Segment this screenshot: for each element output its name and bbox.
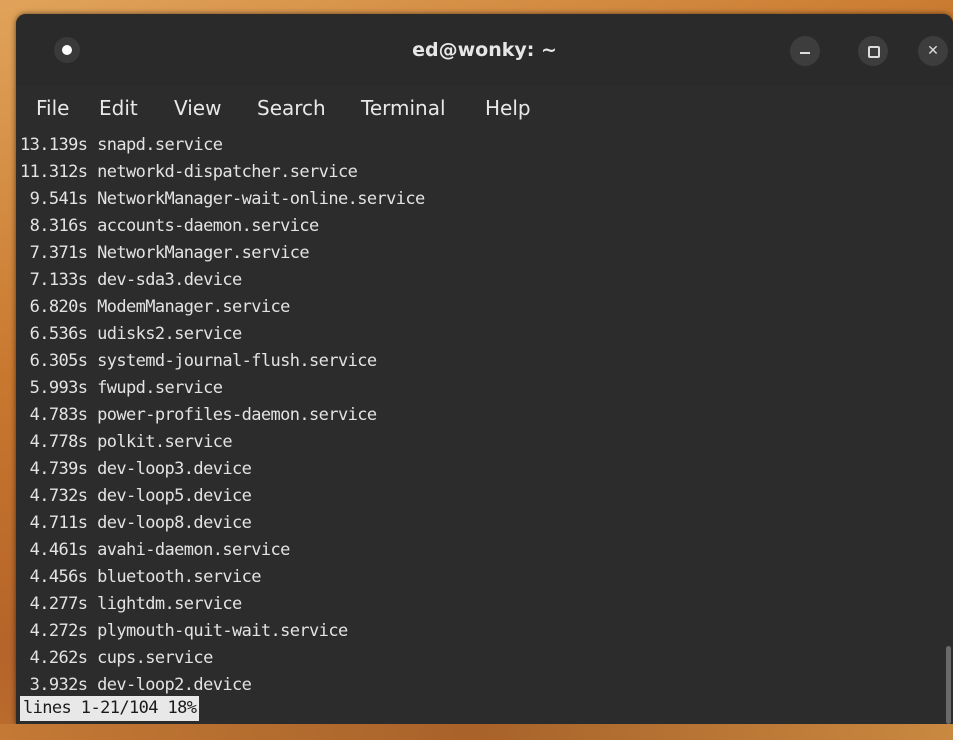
output-line: 11.312s networkd-dispatcher.service: [20, 162, 358, 182]
output-line: 4.461s avahi-daemon.service: [20, 540, 291, 560]
output-line: 6.536s udisks2.service: [20, 324, 243, 344]
output-line: 4.262s cups.service: [20, 648, 214, 668]
output-line: 5.993s fwupd.service: [20, 378, 223, 398]
title-bar[interactable]: ed@wonky: ~ ✕: [16, 14, 953, 86]
maximize-button[interactable]: [858, 36, 888, 66]
output-line: 6.305s systemd-journal-flush.service: [20, 351, 377, 371]
scrollbar[interactable]: [946, 646, 951, 724]
menu-file[interactable]: File: [34, 92, 71, 124]
output-line: 4.456s bluetooth.service: [20, 567, 262, 587]
terminal-window: ed@wonky: ~ ✕ File Edit View Search Term…: [16, 14, 953, 724]
output-line: 13.139s snapd.service: [20, 135, 223, 155]
output-line: 4.711s dev-loop8.device: [20, 513, 252, 533]
close-icon: ✕: [927, 43, 939, 59]
output-line: 4.778s polkit.service: [20, 432, 233, 452]
output-line: 9.541s NetworkManager-wait-online.servic…: [20, 189, 426, 209]
menu-view[interactable]: View: [172, 92, 223, 124]
maximize-icon: [868, 46, 880, 58]
output-line: 6.820s ModemManager.service: [20, 297, 291, 317]
menu-edit[interactable]: Edit: [97, 92, 140, 124]
menu-search[interactable]: Search: [255, 92, 328, 124]
pager-status: lines 1-21/104 18%: [20, 696, 200, 721]
output-line: 4.272s plymouth-quit-wait.service: [20, 621, 349, 641]
output-line: 4.277s lightdm.service: [20, 594, 243, 614]
desktop-wallpaper-strip: [0, 724, 953, 740]
output-line: 4.739s dev-loop3.device: [20, 459, 252, 479]
close-button[interactable]: ✕: [918, 36, 948, 66]
output-line: 4.732s dev-loop5.device: [20, 486, 252, 506]
minimize-button[interactable]: [790, 36, 820, 66]
menu-bar: File Edit View Search Terminal Help: [16, 86, 953, 130]
menu-help[interactable]: Help: [483, 92, 533, 124]
output-line: 3.932s dev-loop2.device: [20, 675, 252, 695]
output-line: 8.316s accounts-daemon.service: [20, 216, 320, 236]
output-line: 7.133s dev-sda3.device: [20, 270, 243, 290]
menu-terminal[interactable]: Terminal: [359, 92, 448, 124]
output-line: 7.371s NetworkManager.service: [20, 243, 310, 263]
output-line: 4.783s power-profiles-daemon.service: [20, 405, 377, 425]
minimize-icon: [800, 52, 810, 54]
terminal-output[interactable]: 13.139s snapd.service 11.312s networkd-d…: [16, 130, 953, 724]
